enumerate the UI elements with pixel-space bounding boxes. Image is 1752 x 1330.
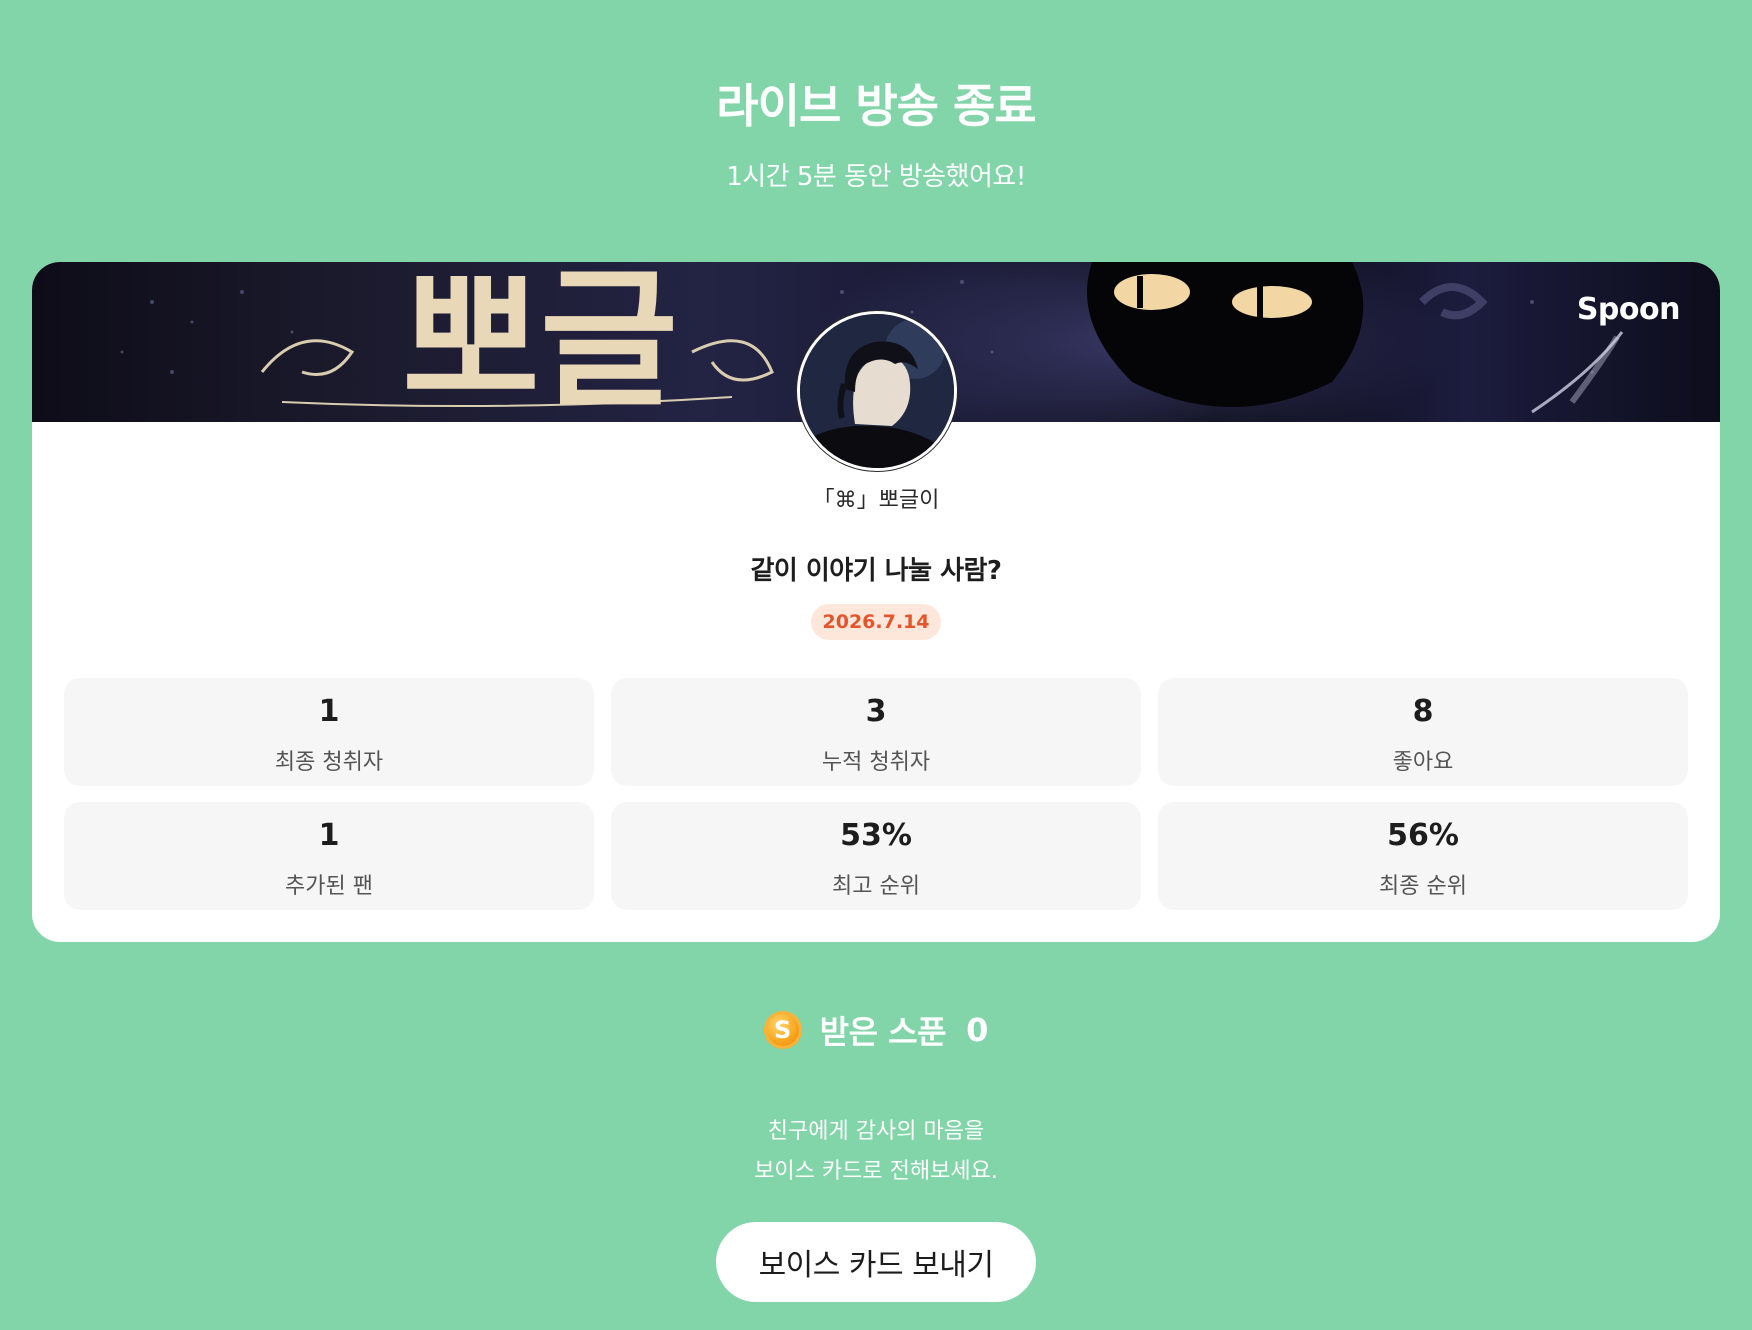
stat-value: 8 [1412, 694, 1434, 729]
stat-likes: 8 좋아요 [1158, 678, 1688, 786]
received-spoons-label: 받은 스푼 [819, 1013, 947, 1051]
stat-value: 53% [840, 818, 912, 853]
date-badge-wrapper: 2026.7.14 [0, 604, 1752, 640]
streamer-avatar[interactable] [797, 311, 957, 471]
broadcast-date-badge: 2026.7.14 [810, 604, 942, 640]
stat-final-listeners: 1 최종 청취자 [64, 678, 594, 786]
received-spoons-count: 0 [966, 1011, 989, 1049]
voice-card-prompt-line2: 보이스 카드로 전해보세요. [754, 1159, 998, 1184]
streamer-nickname: 「⌘」뽀글이 [812, 488, 940, 513]
stat-value: 3 [865, 694, 887, 729]
stat-highest-rank: 53% 최고 순위 [611, 802, 1141, 910]
voice-card-prompt: 친구에게 감사의 마음을 보이스 카드로 전해보세요. [0, 1112, 1752, 1192]
stat-value: 1 [318, 818, 340, 853]
spoon-coin-icon: S [763, 1011, 802, 1049]
spoon-brand-logo: Spoon [1576, 292, 1681, 327]
stat-label: 누적 청취자 [821, 750, 931, 775]
stat-label: 최고 순위 [832, 874, 920, 899]
banner-logo-text: 뽀글 [402, 262, 678, 422]
stat-label: 추가된 팬 [285, 874, 373, 899]
stat-value: 56% [1387, 818, 1459, 853]
voice-card-prompt-line1: 친구에게 감사의 마음을 [767, 1119, 985, 1144]
broadcast-duration-text: 1시간 5분 동안 방송했어요! [726, 162, 1026, 192]
stat-label: 최종 청취자 [274, 750, 384, 775]
end-header-title: 라이브 방송 종료 [716, 79, 1036, 133]
received-spoons-row: S 받은 스푼 0 [0, 1008, 1752, 1052]
live-title: 같이 이야기 나눌 사람? [750, 556, 1002, 586]
stat-value: 1 [318, 694, 340, 729]
avatar-portrait [800, 314, 954, 468]
send-voice-card-button[interactable]: 보이스 카드 보내기 [716, 1222, 1036, 1302]
stat-total-listeners: 3 누적 청취자 [611, 678, 1141, 786]
stat-label: 좋아요 [1392, 750, 1454, 775]
stat-final-rank: 56% 최종 순위 [1158, 802, 1688, 910]
stat-new-fans: 1 추가된 팬 [64, 802, 594, 910]
stat-label: 최종 순위 [1379, 874, 1467, 899]
